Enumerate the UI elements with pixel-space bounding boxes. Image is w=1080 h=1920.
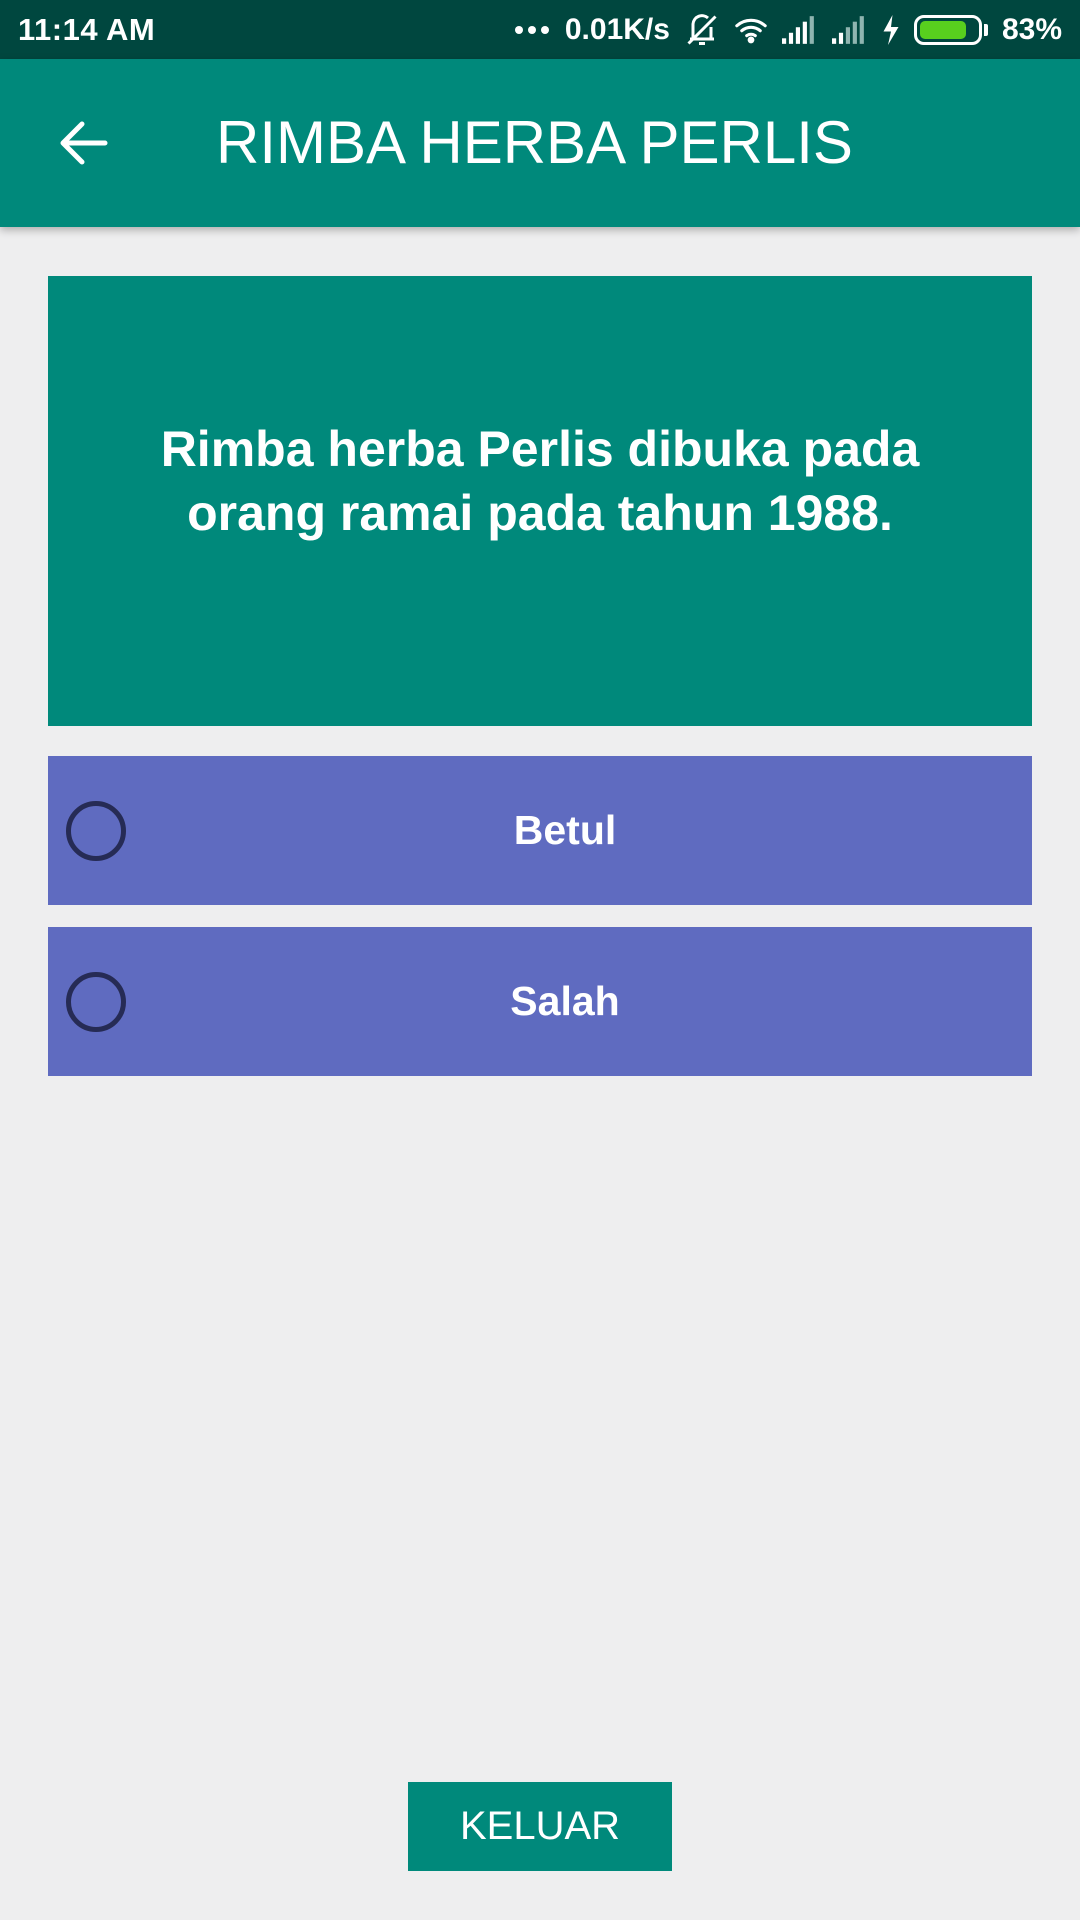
option-label: Salah: [510, 978, 620, 1024]
battery-icon: [913, 14, 988, 45]
status-bar: 11:14 AM 0.01K/s 83%: [0, 0, 1080, 59]
question-text: Rimba herba Perlis dibuka pada orang ram…: [160, 421, 920, 541]
radio-betul[interactable]: [66, 801, 126, 861]
back-arrow-icon: [60, 121, 108, 165]
more-dots-icon: [514, 25, 549, 34]
battery-level-fill: [919, 20, 967, 39]
option-label: Betul: [513, 807, 617, 853]
question-card: Rimba herba Perlis dibuka pada orang ram…: [48, 276, 1032, 726]
back-button[interactable]: [50, 109, 118, 177]
page-title: RIMBA HERBA PERLIS: [216, 109, 853, 176]
status-icons: 0.01K/s 83%: [514, 12, 1062, 48]
radio-salah[interactable]: [66, 972, 126, 1032]
status-time: 11:14 AM: [18, 11, 156, 47]
wifi-icon: [734, 15, 768, 45]
network-speed: 0.01K/s: [564, 12, 670, 46]
app-bar: RIMBA HERBA PERLIS: [0, 59, 1080, 227]
exit-button[interactable]: KELUAR: [408, 1782, 672, 1871]
option-salah[interactable]: Salah: [48, 927, 1032, 1076]
battery-percent: 83%: [1001, 12, 1062, 46]
signal-icon: [781, 15, 818, 44]
signal-weak-icon: [831, 15, 868, 44]
vibrate-off-icon: [684, 12, 720, 48]
option-betul[interactable]: Betul: [48, 756, 1032, 905]
charging-icon: [882, 14, 900, 45]
